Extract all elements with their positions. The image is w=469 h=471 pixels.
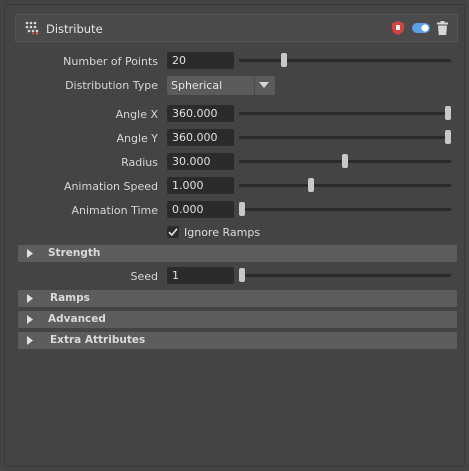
node-title: Distribute <box>46 22 103 36</box>
node-header[interactable]: Distribute <box>15 14 458 42</box>
section-title: Ramps <box>50 292 90 304</box>
angle-x-field[interactable]: 360.000 <box>167 105 234 122</box>
slider-thumb[interactable] <box>308 178 315 192</box>
section-strength[interactable]: Strength <box>18 245 457 262</box>
slider-thumb[interactable] <box>445 106 451 120</box>
dropdown-divider <box>254 76 255 95</box>
radius-slider[interactable] <box>239 154 451 168</box>
section-ramps[interactable]: Ramps <box>18 290 457 307</box>
animation-speed-field[interactable]: 1.000 <box>167 177 234 194</box>
angle-y-slider[interactable] <box>239 130 451 144</box>
animation-speed-label: Animation Speed <box>63 180 158 193</box>
num-points-label: Number of Points <box>63 55 158 68</box>
slider-thumb[interactable] <box>239 202 245 216</box>
animation-time-label: Animation Time <box>71 204 159 217</box>
radius-field[interactable]: 30.000 <box>167 153 234 170</box>
expand-arrow-icon <box>27 294 33 303</box>
shield-icon[interactable] <box>392 21 404 35</box>
section-advanced[interactable]: Advanced <box>18 311 457 328</box>
radius-label: Radius <box>121 156 158 169</box>
angle-x-label: Angle X <box>115 108 158 121</box>
seed-slider[interactable] <box>239 268 451 282</box>
section-title: Advanced <box>48 313 106 325</box>
section-title: Strength <box>48 247 101 259</box>
distribution-type-dropdown[interactable]: Spherical <box>167 76 275 95</box>
animation-time-slider[interactable] <box>239 202 451 216</box>
distribution-type-label: Distribution Type <box>65 79 158 92</box>
section-extra-attributes[interactable]: Extra Attributes <box>18 332 457 349</box>
seed-field[interactable]: 1 <box>167 267 234 284</box>
animation-time-field[interactable]: 0.000 <box>167 201 234 218</box>
slider-thumb[interactable] <box>280 53 287 67</box>
num-points-slider[interactable] <box>239 53 451 67</box>
section-title: Extra Attributes <box>50 334 146 346</box>
distribute-node-icon <box>25 21 39 35</box>
trash-icon[interactable] <box>437 21 448 35</box>
checkmark-icon <box>168 228 178 237</box>
expand-arrow-icon <box>27 315 33 324</box>
expand-arrow-icon <box>27 249 33 258</box>
animation-speed-slider[interactable] <box>239 178 451 192</box>
distribution-type-value: Spherical <box>171 79 223 92</box>
slider-thumb[interactable] <box>239 268 245 282</box>
angle-y-label: Angle Y <box>116 132 158 145</box>
slider-thumb[interactable] <box>342 154 348 168</box>
expand-arrow-icon <box>27 336 33 345</box>
ignore-ramps-label: Ignore Ramps <box>184 226 261 239</box>
toggle-icon[interactable] <box>412 23 430 33</box>
angle-x-slider[interactable] <box>239 106 451 120</box>
num-points-field[interactable]: 20 <box>167 52 234 69</box>
seed-label: Seed <box>130 270 159 283</box>
angle-y-field[interactable]: 360.000 <box>167 129 234 146</box>
chevron-down-icon <box>259 82 269 88</box>
ignore-ramps-checkbox[interactable] <box>167 226 179 238</box>
slider-thumb[interactable] <box>445 130 451 144</box>
